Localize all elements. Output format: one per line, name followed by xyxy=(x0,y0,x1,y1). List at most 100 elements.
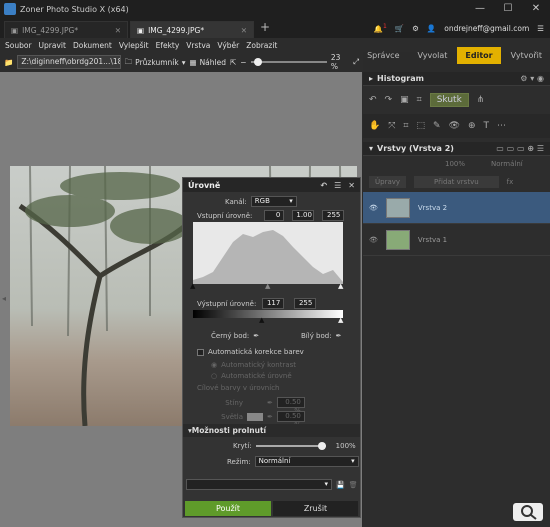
text-icon[interactable]: T xyxy=(484,121,490,131)
undo-icon[interactable]: ↶ xyxy=(320,181,327,190)
close-tab-icon[interactable]: ✕ xyxy=(115,26,121,35)
layers-tools-icon[interactable]: ▭ ▭ ▭ ⊕ ☰ xyxy=(496,144,550,153)
cart-icon[interactable]: 🛒 xyxy=(395,24,404,33)
new-tab-button[interactable]: + xyxy=(260,20,270,34)
eyedropper-icon[interactable]: ✒ xyxy=(267,399,273,407)
menu-file[interactable]: Soubor xyxy=(5,41,32,50)
opacity-knob[interactable] xyxy=(317,442,326,450)
input-black-field[interactable]: 0 xyxy=(264,210,285,221)
close-button[interactable]: ✕ xyxy=(522,0,550,18)
path-field[interactable]: Z:\diginneff\obrdg201...\181023mlha xyxy=(17,55,121,69)
channel-select[interactable]: RGB ▾ xyxy=(250,196,297,207)
eye-icon[interactable]: 👁 xyxy=(369,236,378,244)
auto-correct-checkbox[interactable] xyxy=(197,348,204,356)
more-icon[interactable]: ⋯ xyxy=(497,121,506,131)
eyedropper-icon[interactable]: ✒ xyxy=(336,332,342,340)
loupe-button[interactable] xyxy=(513,503,543,521)
bell-icon[interactable]: 🔔1 xyxy=(374,23,387,34)
mode-editor[interactable]: Editor xyxy=(457,46,501,64)
close-tab-icon[interactable]: ✕ xyxy=(241,26,247,35)
layer-item[interactable]: 👁 Vrstva 2 xyxy=(363,192,550,224)
output-black-handle[interactable]: ▲ xyxy=(259,316,264,324)
gamma-handle[interactable]: ▲ xyxy=(265,282,270,290)
output-gradient[interactable]: ▲ ▲ xyxy=(193,310,343,324)
zoom-out-icon[interactable]: − xyxy=(240,58,246,67)
redo-icon[interactable]: ↷ xyxy=(385,95,393,105)
apply-button[interactable]: Použít xyxy=(185,501,271,516)
white-point-handle[interactable]: ▲ xyxy=(338,282,343,290)
fit-icon[interactable]: ⤢ xyxy=(353,57,363,67)
black-point-handle[interactable]: ▲ xyxy=(190,282,195,290)
menu-view[interactable]: Zobrazit xyxy=(246,41,277,50)
close-icon[interactable]: ✕ xyxy=(348,181,355,190)
blend-options-header[interactable]: ▾ Možnosti prolnutí xyxy=(183,424,360,437)
shadows-value[interactable]: 0.50 % xyxy=(276,397,305,415)
shape-dropdown[interactable]: Skutk xyxy=(429,93,469,107)
minimize-button[interactable]: — xyxy=(466,0,494,18)
output-black-field[interactable]: 117 xyxy=(262,298,285,309)
eyedropper-icon[interactable]: ✒ xyxy=(267,413,273,421)
opacity-slider[interactable] xyxy=(255,442,326,450)
fx-icon[interactable]: fx xyxy=(507,178,514,186)
eyedropper-icon[interactable]: ✒ xyxy=(253,332,259,340)
browser-dropdown[interactable]: 🗀 Průzkumník ▾ xyxy=(125,56,186,69)
share-icon[interactable]: ⋔ xyxy=(477,95,485,105)
eye-icon[interactable]: 👁 xyxy=(369,204,378,212)
menu-icon[interactable]: ☰ xyxy=(334,181,341,190)
histogram-options-icon[interactable]: ⚙ ▾ ◉ xyxy=(520,74,550,83)
layer-blend-mode[interactable]: Normální xyxy=(491,160,523,168)
delete-icon[interactable]: 🗑 xyxy=(349,481,358,489)
radio-icon[interactable]: ◉ xyxy=(211,361,217,369)
layer-item[interactable]: 👁 Vrstva 1 xyxy=(363,224,550,256)
external-icon[interactable]: ⇱ xyxy=(230,58,236,67)
left-arrow-icon[interactable]: ◂ xyxy=(2,294,6,303)
crop-tool-icon[interactable]: ⌗ xyxy=(403,121,408,131)
input-gamma-field[interactable]: 1.00 xyxy=(292,210,315,221)
stamp-icon[interactable]: ⊕ xyxy=(468,121,476,131)
preview-toggle[interactable]: ▦ Náhled xyxy=(189,58,226,67)
layers-section-header[interactable]: ▾ Vrstvy (Vrstva 2) ▭ ▭ ▭ ⊕ ☰ xyxy=(363,142,550,156)
menu-edit[interactable]: Upravit xyxy=(39,41,66,50)
menu-document[interactable]: Dokument xyxy=(73,41,112,50)
layer-opacity[interactable]: 100% xyxy=(445,160,465,168)
mode-manager[interactable]: Správce xyxy=(359,47,407,64)
preset-select[interactable]: ▾ xyxy=(186,479,332,490)
account-name[interactable]: ondrejneff@gmail.com xyxy=(444,24,529,33)
output-white-handle[interactable]: ▲ xyxy=(338,316,343,324)
eye-icon[interactable]: 👁 xyxy=(449,121,460,131)
folder-icon[interactable]: 📁 xyxy=(4,58,13,67)
maximize-button[interactable]: ☐ xyxy=(494,0,522,18)
settings-icon[interactable]: ⚙ xyxy=(412,24,419,33)
edit-layer-button[interactable]: Úpravy xyxy=(369,176,407,188)
menu-effects[interactable]: Efekty xyxy=(156,41,180,50)
input-sliders[interactable]: ▲ ▲ ▲ xyxy=(190,282,343,290)
menu-selection[interactable]: Výběr xyxy=(217,41,239,50)
mode-create[interactable]: Vytvořit xyxy=(503,47,550,64)
menu-layer[interactable]: Vrstva xyxy=(186,41,210,50)
zoom-knob[interactable] xyxy=(253,58,262,66)
brush-icon[interactable]: ✎ xyxy=(433,121,441,131)
save-icon[interactable]: 💾 xyxy=(336,481,345,489)
tab-document-2[interactable]: ▣ IMG_4299.JPG* ✕ xyxy=(130,21,254,38)
cancel-button[interactable]: Zrušit xyxy=(273,501,358,516)
lights-value[interactable]: 0.50 % xyxy=(276,411,305,429)
blend-mode-select[interactable]: Normální ▾ xyxy=(254,456,359,467)
zoom-slider[interactable] xyxy=(250,58,327,66)
add-layer-button[interactable]: Přidat vrstvu xyxy=(414,176,499,188)
menu-enhance[interactable]: Vylepšit xyxy=(119,41,149,50)
input-white-field[interactable]: 255 xyxy=(322,210,345,221)
lights-swatch[interactable] xyxy=(247,412,263,421)
select-icon[interactable]: ⬚ xyxy=(417,121,426,131)
output-white-field[interactable]: 255 xyxy=(294,298,317,309)
transform-icon[interactable]: ⤧ xyxy=(388,121,395,131)
shadows-swatch[interactable] xyxy=(247,398,263,407)
mode-develop[interactable]: Vyvolat xyxy=(410,47,456,64)
hand-tool-icon[interactable]: ✋ xyxy=(369,121,380,131)
tab-document-1[interactable]: ▣ IMG_4299.JPG* ✕ xyxy=(4,21,128,38)
menu-icon[interactable]: ☰ xyxy=(537,24,544,33)
image-icon[interactable]: ▣ xyxy=(400,95,409,105)
radio-icon[interactable]: ○ xyxy=(211,372,217,380)
undo-icon[interactable]: ↶ xyxy=(369,95,377,105)
histogram-section-header[interactable]: ▸ Histogram ⚙ ▾ ◉ xyxy=(363,72,550,86)
crop-icon[interactable]: ⌗ xyxy=(417,95,422,105)
